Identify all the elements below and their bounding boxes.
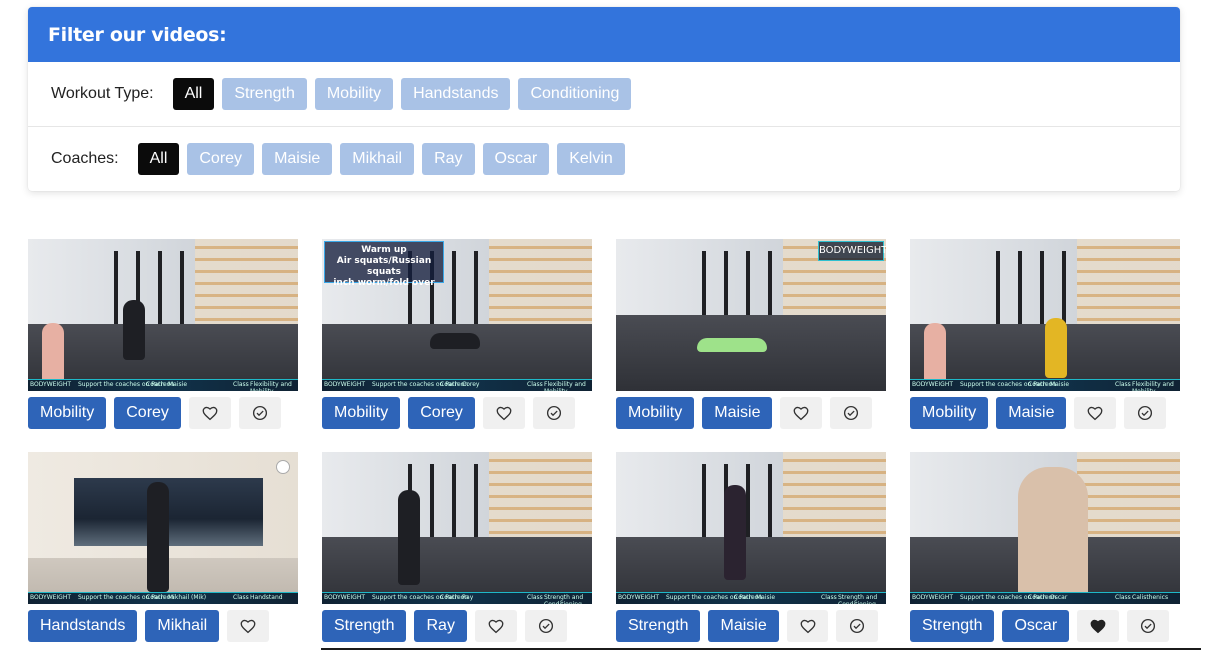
video-coach-tag[interactable]: Corey	[114, 397, 181, 429]
video-thumbnail[interactable]: BODYWEIGHT Support the coaches on Patreo…	[28, 239, 298, 391]
video-thumbnail[interactable]: BODYWEIGHT Support the coaches on Patreo…	[616, 452, 886, 604]
video-card: Warm up Air squats/Russian squats inch w…	[322, 239, 592, 429]
like-button[interactable]	[227, 610, 270, 642]
like-button[interactable]	[1077, 610, 1120, 642]
heart-filled-icon	[1090, 619, 1106, 634]
check-circle-icon	[850, 618, 865, 634]
coach-chip-maisie[interactable]: Maisie	[262, 142, 333, 175]
workout-chip-strength[interactable]: Strength	[222, 78, 307, 110]
heart-outline-icon	[1088, 406, 1103, 421]
filter-title: Filter our videos:	[28, 7, 1180, 62]
video-actions: Strength Oscar	[910, 610, 1180, 642]
video-lower-third: BODYWEIGHT Support the coaches on Patreo…	[616, 592, 886, 604]
video-thumbnail[interactable]: BODYWEIGHT Support the coaches on Patreo…	[910, 452, 1180, 604]
video-actions: Mobility Maisie	[616, 397, 886, 429]
video-coach-tag[interactable]: Maisie	[702, 397, 773, 429]
check-circle-icon	[252, 405, 267, 421]
coach-chip-ray[interactable]: Ray	[422, 142, 475, 175]
like-button[interactable]	[786, 610, 829, 642]
workout-chip-all[interactable]: All	[172, 78, 215, 110]
video-card: BODYWEIGHT Support the coaches on Patreo…	[910, 239, 1180, 429]
video-actions: Mobility Corey	[28, 397, 298, 429]
video-overlay-text: Warm up Air squats/Russian squats inch w…	[324, 241, 444, 288]
video-type-tag[interactable]: Strength	[322, 610, 407, 642]
heart-outline-icon	[202, 406, 218, 421]
video-card: BODYWEIGHT Support the coaches on Patreo…	[322, 452, 592, 642]
mark-complete-button[interactable]	[836, 610, 878, 642]
check-circle-icon	[1141, 618, 1156, 634]
heart-outline-icon	[496, 406, 512, 421]
video-type-tag[interactable]: Mobility	[322, 397, 401, 429]
skype-icon	[276, 460, 290, 474]
video-thumbnail[interactable]: BODYWEIGHT Support the coaches on Patreo…	[322, 452, 592, 604]
video-overlay-text: BODYWEIGHT	[818, 241, 886, 261]
video-type-tag[interactable]: Strength	[616, 610, 701, 642]
video-card: BODYWEIGHT Mobility Maisie	[616, 239, 886, 429]
coaches-filter-row: Coaches: All Corey Maisie Mikhail Ray Os…	[28, 126, 1180, 190]
video-actions: Strength Maisie	[616, 610, 886, 642]
video-card: BODYWEIGHT Support the coaches on Patreo…	[28, 452, 298, 642]
coach-chip-kelvin[interactable]: Kelvin	[557, 142, 625, 175]
video-coach-tag[interactable]: Oscar	[1002, 610, 1070, 642]
workout-chip-mobility[interactable]: Mobility	[314, 78, 394, 110]
heart-outline-icon	[240, 619, 256, 634]
video-actions: Mobility Maisie	[910, 397, 1180, 429]
video-actions: Mobility Corey	[322, 397, 592, 429]
video-type-tag[interactable]: Mobility	[616, 397, 695, 429]
video-thumbnail[interactable]: BODYWEIGHT Support the coaches on Patreo…	[28, 452, 298, 604]
workout-type-filter-row: Workout Type: All Strength Mobility Hand…	[28, 62, 1180, 126]
video-coach-tag[interactable]: Maisie	[996, 397, 1067, 429]
video-thumbnail[interactable]: BODYWEIGHT	[616, 239, 886, 391]
coach-chip-mikhail[interactable]: Mikhail	[340, 142, 415, 175]
video-coach-tag[interactable]: Mikhail	[145, 610, 220, 642]
coach-chip-corey[interactable]: Corey	[187, 142, 255, 175]
mark-complete-button[interactable]	[532, 397, 575, 429]
workout-chip-handstands[interactable]: Handstands	[401, 78, 511, 110]
video-coach-tag[interactable]: Corey	[408, 397, 475, 429]
coach-chip-all[interactable]: All	[137, 142, 180, 175]
video-coach-tag[interactable]: Ray	[414, 610, 467, 642]
video-actions: Strength Ray	[322, 610, 592, 642]
coaches-label: Coaches:	[51, 149, 119, 167]
video-coach-tag[interactable]: Maisie	[708, 610, 779, 642]
video-lower-third: BODYWEIGHT Support the coaches on Patreo…	[910, 592, 1180, 604]
video-type-tag[interactable]: Mobility	[28, 397, 107, 429]
workout-chip-conditioning[interactable]: Conditioning	[518, 78, 632, 110]
mark-complete-button[interactable]	[1127, 610, 1170, 642]
heart-outline-icon	[794, 406, 809, 421]
mark-complete-button[interactable]	[238, 397, 281, 429]
like-button[interactable]	[1074, 397, 1117, 429]
video-thumbnail[interactable]: Warm up Air squats/Russian squats inch w…	[322, 239, 592, 391]
check-circle-icon	[1138, 405, 1153, 421]
video-lower-third: BODYWEIGHT Support the coaches on Patreo…	[28, 592, 298, 604]
video-lower-third: BODYWEIGHT Support the coaches on Patreo…	[28, 379, 298, 391]
heart-outline-icon	[800, 619, 815, 634]
check-circle-icon	[546, 405, 561, 421]
like-button[interactable]	[482, 397, 525, 429]
mark-complete-button[interactable]	[524, 610, 567, 642]
video-card: BODYWEIGHT Support the coaches on Patreo…	[616, 452, 886, 642]
like-button[interactable]	[188, 397, 231, 429]
video-thumbnail[interactable]: BODYWEIGHT Support the coaches on Patreo…	[910, 239, 1180, 391]
video-type-tag[interactable]: Strength	[910, 610, 995, 642]
video-lower-third: BODYWEIGHT Support the coaches on Patreo…	[910, 379, 1180, 391]
like-button[interactable]	[780, 397, 823, 429]
video-card: BODYWEIGHT Support the coaches on Patreo…	[910, 452, 1180, 642]
check-circle-icon	[538, 618, 553, 634]
video-type-tag[interactable]: Mobility	[910, 397, 989, 429]
coach-chip-oscar[interactable]: Oscar	[482, 142, 550, 175]
video-actions: Handstands Mikhail	[28, 610, 298, 642]
mark-complete-button[interactable]	[830, 397, 873, 429]
video-lower-third: BODYWEIGHT Support the coaches on Patreo…	[322, 592, 592, 604]
heart-outline-icon	[488, 619, 504, 634]
mark-complete-button[interactable]	[1124, 397, 1167, 429]
video-lower-third: BODYWEIGHT Support the coaches on Patreo…	[322, 379, 592, 391]
video-card: BODYWEIGHT Support the coaches on Patreo…	[28, 239, 298, 429]
filter-panel: Filter our videos: Workout Type: All Str…	[28, 7, 1180, 191]
video-type-tag[interactable]: Handstands	[28, 610, 138, 642]
like-button[interactable]	[474, 610, 517, 642]
check-circle-icon	[844, 405, 859, 421]
workout-type-label: Workout Type:	[51, 85, 154, 102]
